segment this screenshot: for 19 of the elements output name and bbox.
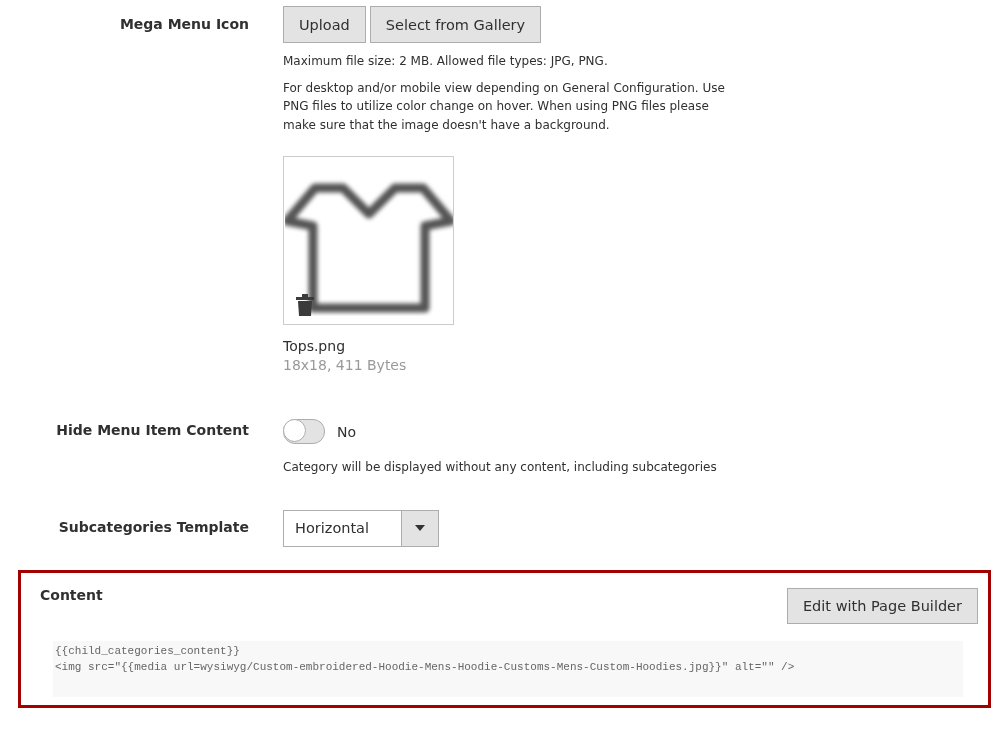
help-text: For desktop and/or mobile view depending on General Configuration. Use PNG files to utilize color change on hover. When using PNG files please make sure that the image doesn't have a background. — [283, 79, 726, 134]
help-text: Maximum file size: 2 MB. Allowed file types: JPG, PNG. — [283, 53, 609, 70]
field-label: Hide Menu Item Content — [55, 421, 249, 438]
upload-button[interactable]: Upload — [283, 6, 366, 43]
toggle-label: No — [337, 423, 357, 440]
section-title: Content — [40, 586, 103, 603]
field-label: Mega Menu Icon — [118, 15, 249, 32]
file-details: 18x18, 411 Bytes — [283, 357, 408, 373]
field-label: Subcategories Template — [57, 517, 249, 535]
upload-button[interactable]: Select from Gallery — [369, 6, 542, 43]
help-text: Category will be displayed without any content, including subcategories — [283, 459, 717, 476]
code-line: <img src="{{media url=wysiwyg/Custom-embroidered-Hoodie-Mens-Hoodie-Customs-Mens-Custom-Hoodies.jpg}}" alt="" /> — [55, 659, 796, 675]
trash-icon[interactable] — [296, 294, 314, 316]
code-line: {{child_categories_content}} — [55, 643, 241, 659]
page-builder-button[interactable]: Edit with Page Builder — [786, 587, 978, 624]
template-select[interactable]: Horizontal — [283, 509, 439, 547]
toggle-switch[interactable] — [283, 419, 325, 444]
caret-icon — [415, 525, 425, 531]
file-name: Tops.png — [283, 338, 346, 354]
